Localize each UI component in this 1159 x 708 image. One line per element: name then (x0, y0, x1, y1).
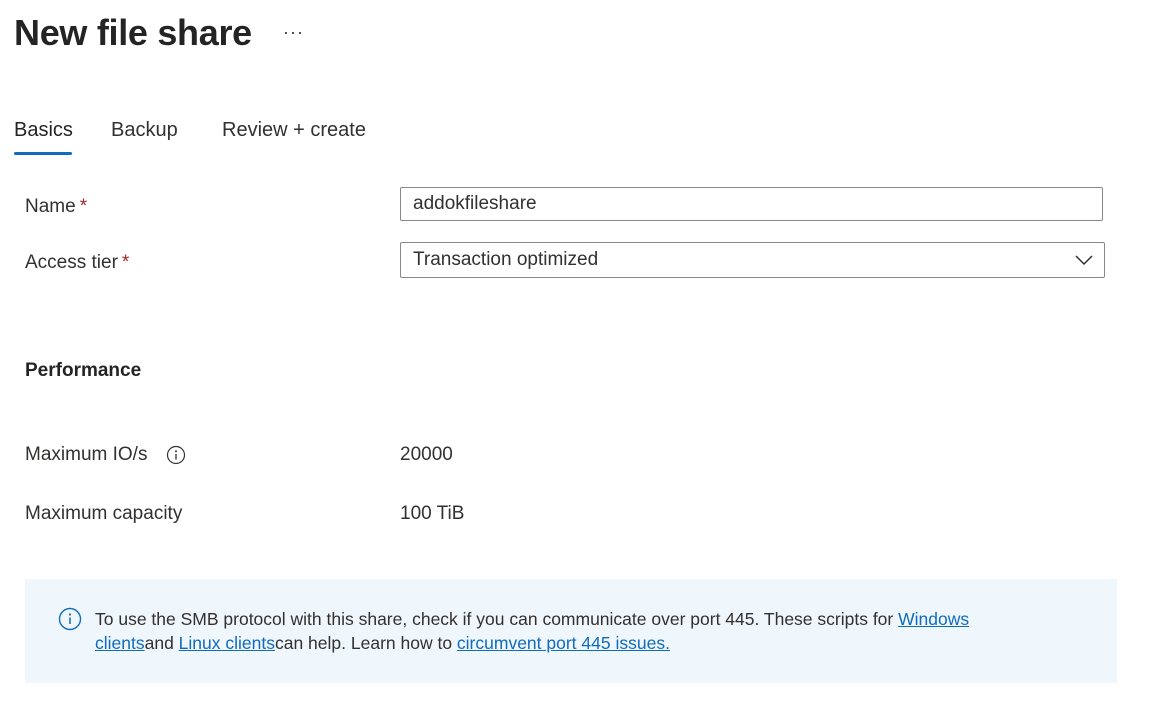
access-tier-label: Access tier * (25, 250, 129, 276)
tab-review-create[interactable]: Review + create (222, 112, 366, 148)
page-title: New file share (14, 12, 252, 53)
performance-heading: Performance (25, 360, 142, 381)
circumvent-port-445-link[interactable]: circumvent port 445 issues. (457, 633, 670, 653)
max-capacity-value: 100 TiB (400, 503, 465, 524)
more-options-icon[interactable]: ··· (283, 22, 304, 43)
tab-backup[interactable]: Backup (111, 112, 178, 148)
info-icon[interactable] (166, 445, 186, 465)
access-tier-required-marker: * (121, 252, 130, 273)
name-input[interactable] (400, 187, 1103, 221)
banner-text-part-3: can help. Learn how to (274, 633, 457, 653)
info-icon (58, 607, 82, 631)
access-tier-selected-value: Transaction optimized (413, 249, 599, 270)
access-tier-label-text: Access tier (25, 252, 118, 273)
banner-text-part-2: and (144, 633, 179, 653)
max-iops-value: 20000 (400, 444, 453, 465)
max-capacity-label: Maximum capacity (25, 503, 183, 524)
selected-tab-indicator (14, 152, 72, 155)
tab-basics[interactable]: Basics (14, 112, 73, 148)
smb-info-banner: To use the SMB protocol with this share,… (25, 579, 1117, 683)
max-iops-label: Maximum IO/s (25, 444, 148, 465)
access-tier-dropdown[interactable]: Transaction optimized (400, 242, 1105, 278)
name-label-text: Name (25, 196, 76, 217)
banner-message: To use the SMB protocol with this share,… (95, 607, 995, 655)
banner-text-part-1: To use the SMB protocol with this share,… (95, 609, 899, 629)
new-file-share-page: New file share ··· Basics Backup Review … (0, 0, 1159, 708)
linux-clients-link[interactable]: Linux clients (179, 633, 275, 653)
name-required-marker: * (79, 196, 88, 217)
name-label: Name * (25, 194, 87, 220)
chevron-down-icon (1075, 255, 1093, 266)
